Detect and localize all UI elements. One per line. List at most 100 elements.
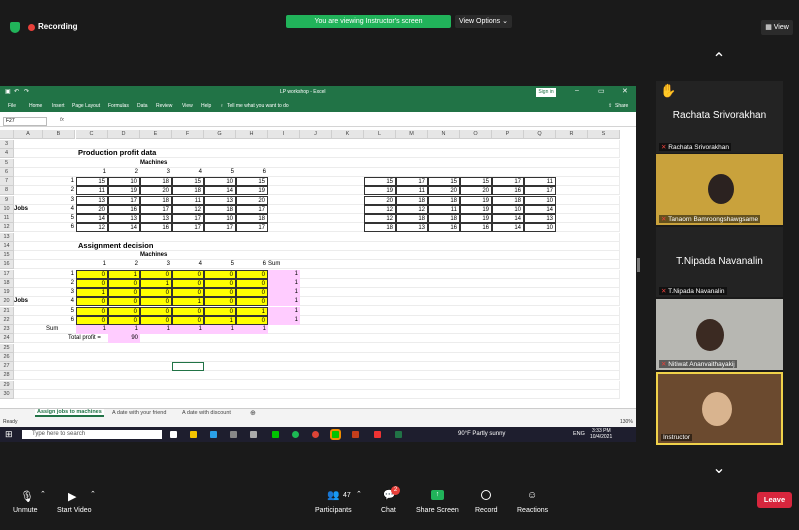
- decision-cell[interactable]: 0: [76, 269, 108, 279]
- profit-cell[interactable]: 15: [172, 177, 204, 186]
- right-table-cell[interactable]: 11: [428, 204, 460, 214]
- profit-cell[interactable]: 19: [236, 186, 268, 196]
- column-sum-cell[interactable]: 1: [76, 325, 108, 334]
- participant-tile-1[interactable]: ✋ Rachata Srivorakhan ✕ Rachata Srivorak…: [656, 81, 783, 153]
- decision-cell[interactable]: 0: [108, 278, 140, 288]
- profit-cell[interactable]: 19: [108, 186, 140, 196]
- profit-cell[interactable]: 18: [140, 195, 172, 205]
- right-table-cell[interactable]: 14: [492, 214, 524, 223]
- profit-cell[interactable]: 20: [140, 186, 172, 196]
- sign-in-button[interactable]: Sign in: [536, 88, 556, 97]
- profit-cell[interactable]: 14: [204, 186, 236, 196]
- chevron-down-icon[interactable]: ⌄: [709, 461, 729, 477]
- record-icon[interactable]: [481, 490, 491, 500]
- resize-handle[interactable]: [637, 258, 640, 272]
- row-header[interactable]: 15: [0, 251, 14, 260]
- profit-cell[interactable]: 10: [204, 177, 236, 186]
- row-header[interactable]: 9: [0, 195, 14, 205]
- column-header[interactable]: H: [236, 130, 268, 139]
- add-sheet-icon[interactable]: ⊕: [250, 409, 256, 417]
- row-sum-cell[interactable]: 1: [268, 278, 300, 288]
- participant-tile-2[interactable]: ✕ Tanaorn Bamroongshawgsame: [656, 154, 783, 225]
- right-table-cell[interactable]: 14: [492, 223, 524, 233]
- decision-cell[interactable]: 0: [108, 315, 140, 325]
- close-icon[interactable]: ✕: [622, 87, 628, 95]
- column-header[interactable]: F: [172, 130, 204, 139]
- profit-cell[interactable]: 20: [236, 195, 268, 205]
- save-icon[interactable]: ▣: [5, 88, 11, 95]
- column-header[interactable]: K: [332, 130, 364, 139]
- decision-cell[interactable]: 0: [204, 278, 236, 288]
- shield-icon[interactable]: [10, 22, 20, 33]
- column-header[interactable]: E: [140, 130, 172, 139]
- right-table-cell[interactable]: 10: [492, 204, 524, 214]
- reactions-button[interactable]: Reactions: [517, 507, 548, 514]
- selected-cell[interactable]: [172, 362, 204, 371]
- powerpoint-icon[interactable]: [352, 431, 359, 438]
- grid-row[interactable]: [14, 352, 620, 362]
- right-table-cell[interactable]: 17: [524, 186, 556, 196]
- row-header[interactable]: 17: [0, 269, 14, 279]
- right-table-cell[interactable]: 18: [364, 223, 396, 233]
- reactions-icon[interactable]: ☺: [527, 490, 539, 501]
- total-profit-cell[interactable]: 90: [108, 334, 140, 344]
- decision-cell[interactable]: 0: [108, 288, 140, 297]
- excel-taskbar-icon[interactable]: [395, 431, 402, 438]
- profit-cell[interactable]: 12: [76, 223, 108, 233]
- ribbon-tab-view[interactable]: View: [182, 103, 193, 109]
- file-explorer-icon[interactable]: [190, 431, 197, 438]
- column-header[interactable]: B: [43, 130, 75, 139]
- sheet-tab-assign-jobs[interactable]: Assign jobs to machines: [35, 409, 104, 417]
- taskbar-search[interactable]: Type here to search: [22, 430, 162, 439]
- row-header[interactable]: 30: [0, 389, 14, 399]
- right-table-cell[interactable]: 19: [460, 195, 492, 205]
- weather[interactable]: 90°F Partly sunny: [458, 431, 505, 437]
- right-table-cell[interactable]: 19: [364, 186, 396, 196]
- decision-cell[interactable]: 0: [140, 315, 172, 325]
- right-table-cell[interactable]: 20: [364, 195, 396, 205]
- decision-cell[interactable]: 0: [204, 269, 236, 279]
- right-table-cell[interactable]: 19: [460, 214, 492, 223]
- chevron-up-icon[interactable]: ⌃: [90, 490, 102, 500]
- column-header[interactable]: R: [556, 130, 588, 139]
- ribbon-tab-review[interactable]: Review: [156, 103, 172, 109]
- acrobat-icon[interactable]: [374, 431, 381, 438]
- column-header[interactable]: I: [268, 130, 300, 139]
- grid-row[interactable]: [14, 251, 620, 260]
- row-header[interactable]: 13: [0, 232, 14, 242]
- participants-button[interactable]: Participants: [315, 507, 352, 514]
- decision-cell[interactable]: 1: [108, 269, 140, 279]
- decision-cell[interactable]: 0: [172, 306, 204, 316]
- grid-row[interactable]: [14, 389, 620, 399]
- column-header[interactable]: L: [364, 130, 396, 139]
- column-header[interactable]: S: [588, 130, 620, 139]
- leave-button[interactable]: Leave: [757, 492, 792, 508]
- decision-cell[interactable]: 0: [236, 278, 268, 288]
- row-sum-cell[interactable]: 1: [268, 288, 300, 297]
- right-table-cell[interactable]: 14: [524, 204, 556, 214]
- decision-cell[interactable]: 0: [76, 306, 108, 316]
- decision-cell[interactable]: 0: [236, 315, 268, 325]
- decision-cell[interactable]: 0: [76, 315, 108, 325]
- column-header[interactable]: P: [492, 130, 524, 139]
- video-off-icon[interactable]: ▶: [68, 490, 80, 503]
- decision-cell[interactable]: 0: [140, 297, 172, 307]
- right-table-cell[interactable]: 18: [396, 195, 428, 205]
- column-sum-cell[interactable]: 1: [140, 325, 172, 334]
- row-sum-cell[interactable]: 1: [268, 297, 300, 307]
- column-sum-cell[interactable]: 1: [236, 325, 268, 334]
- profit-cell[interactable]: 20: [76, 204, 108, 214]
- right-table-cell[interactable]: 18: [428, 214, 460, 223]
- profit-cell[interactable]: 10: [204, 214, 236, 223]
- profit-cell[interactable]: 17: [140, 204, 172, 214]
- ribbon-tab-data[interactable]: Data: [137, 103, 148, 109]
- right-table-cell[interactable]: 12: [396, 204, 428, 214]
- column-sum-cell[interactable]: 1: [108, 325, 140, 334]
- sheet-tab-date-discount[interactable]: A date with discount: [182, 410, 231, 416]
- row-header[interactable]: 28: [0, 371, 14, 381]
- row-sum-cell[interactable]: 1: [268, 269, 300, 279]
- line-active-icon[interactable]: [330, 429, 341, 440]
- profit-cell[interactable]: 17: [172, 214, 204, 223]
- decision-cell[interactable]: 1: [204, 315, 236, 325]
- grid-row[interactable]: [14, 343, 620, 353]
